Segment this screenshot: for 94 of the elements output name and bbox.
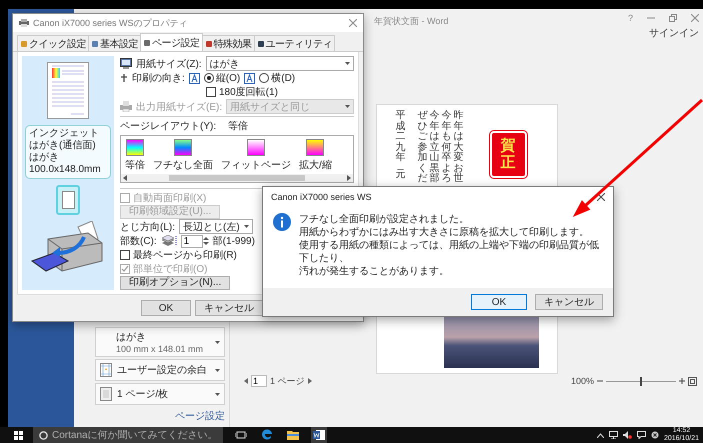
- caret-icon: [215, 392, 220, 396]
- caret-icon: [244, 225, 249, 228]
- square-icon: [256, 40, 264, 48]
- tab[interactable]: 基本設定: [88, 35, 141, 51]
- caret-icon: [215, 340, 220, 344]
- square-icon: [91, 40, 99, 48]
- greeting-text: 今年も何卒よろ: [442, 111, 452, 184]
- word-icon[interactable]: [311, 426, 327, 443]
- restore-icon[interactable]: [669, 14, 677, 22]
- square-icon: [204, 40, 212, 48]
- print-setting-dropdown[interactable]: ユーザー設定の余白: [95, 359, 225, 381]
- message-text: フチなし全面印刷が設定されました。 用紙からわずかにはみ出す大きさに原稿を拡大して印刷します。 使用する用紙の種類によっては、用紙の上端や下端の印刷品質が低下したり、 汚れが発生することがあります。: [299, 213, 600, 278]
- print-setting-dropdown[interactable]: はがき 100 mm x 148.01 mm: [95, 327, 225, 357]
- scroll-left-icon[interactable]: [123, 175, 127, 181]
- caret-icon: [215, 368, 220, 372]
- pin-icon: [120, 74, 128, 82]
- next-page-icon[interactable]: [308, 378, 312, 384]
- page-icon: [100, 387, 112, 401]
- tab[interactable]: ページ設定: [140, 33, 202, 51]
- radio-button[interactable]: 横(D): [259, 71, 296, 85]
- field-label: 用紙サイズ(Z):: [136, 58, 202, 70]
- page-setup-link[interactable]: ページ設定: [175, 409, 225, 423]
- info-icon: [273, 213, 291, 231]
- zoom-level: 100%: [570, 376, 594, 386]
- dialog-button[interactable]: OK: [141, 300, 191, 316]
- paper-size-dropdown[interactable]: はがき: [206, 56, 354, 71]
- search-field[interactable]: Cortanaに何か聞いてみてください。: [33, 427, 223, 443]
- copies-range: 部(1-999): [212, 234, 255, 248]
- layout-option[interactable]: 拡大/縮: [299, 139, 332, 172]
- portrait-icon: [188, 72, 200, 84]
- layout-option[interactable]: フィットページ: [221, 139, 291, 172]
- greeting-text: 昨年は大変お世: [454, 111, 464, 184]
- margins-icon: [100, 363, 112, 377]
- checkbox[interactable]: 180度回転(1): [206, 85, 278, 99]
- dialog-button[interactable]: OK: [471, 294, 527, 310]
- square-icon: [143, 38, 151, 46]
- layout-value: 等倍: [228, 120, 248, 133]
- caret-up-icon[interactable]: [596, 432, 604, 438]
- previous-page-icon[interactable]: [244, 378, 248, 384]
- field-label: 部数(C):: [120, 234, 157, 248]
- dialog-button[interactable]: キャンセル: [195, 300, 263, 316]
- field-label: とじ方向(L):: [120, 220, 175, 234]
- radio-button[interactable]: 縦(O): [204, 71, 240, 85]
- portrait-orientation-icon: [56, 185, 80, 215]
- tab[interactable]: ユーティリティ: [254, 35, 335, 51]
- volume-icon[interactable]: [622, 431, 632, 439]
- horizontal-scrollbar[interactable]: [121, 174, 353, 182]
- print-options-button[interactable]: 印刷オプション(N)...: [120, 276, 230, 290]
- field-label: 印刷の向き:: [132, 72, 185, 85]
- binding-dropdown[interactable]: 長辺とじ(左): [179, 219, 253, 234]
- greeting-text: ぜひご参加くだ: [418, 111, 428, 184]
- network-icon[interactable]: [608, 431, 618, 439]
- zoom-in-icon[interactable]: [679, 378, 685, 384]
- sign-in-link[interactable]: サインイン: [649, 26, 699, 40]
- windows-logo-icon[interactable]: [14, 430, 23, 440]
- copies-field[interactable]: 1: [180, 234, 203, 248]
- caret-icon: [345, 105, 350, 108]
- status-icon[interactable]: [650, 431, 659, 439]
- page-count: 1 ページ: [270, 374, 305, 388]
- dialog-title: Canon iX7000 series WS: [271, 192, 372, 202]
- dialog-title: Canon iX7000 series WSのプロパティ: [33, 16, 188, 30]
- scroll-right-icon[interactable]: [346, 175, 351, 181]
- landscape-icon: [244, 72, 256, 84]
- page-number-field[interactable]: 1: [251, 375, 267, 387]
- circle-icon: [39, 430, 48, 440]
- greeting-text: 今年は立山黒部: [430, 111, 440, 184]
- fit-page-icon[interactable]: [688, 376, 697, 386]
- print-setting-dropdown[interactable]: 1 ページ/枚: [95, 383, 225, 405]
- checkmark-icon: [121, 265, 129, 273]
- paper-info-text: インクジェットはがき(通信面): [29, 128, 100, 152]
- square-icon: [20, 40, 28, 48]
- close-icon[interactable]: [597, 193, 605, 201]
- monitor-icon: [120, 58, 132, 69]
- field-label: ページレイアウト(Y):: [120, 120, 216, 133]
- field-label: 出力用紙サイズ(E):: [136, 100, 222, 114]
- printer-icon: [120, 101, 132, 112]
- window-title: 年賀状文面 - Word: [374, 15, 448, 28]
- printer-icon: [19, 19, 29, 27]
- greeting-text: 平成二九年: [396, 111, 406, 164]
- checkbox[interactable]: 最終ページから印刷(R): [120, 248, 237, 262]
- notification-icon[interactable]: [636, 431, 646, 439]
- paper-stack-icon: [160, 235, 177, 247]
- paper-info-text: はがき 100.0x148.0mm: [29, 152, 102, 176]
- layout-option[interactable]: 等倍: [125, 139, 145, 172]
- tab[interactable]: クイック設定: [17, 35, 89, 51]
- new-year-stamp: 賀正: [490, 131, 526, 178]
- page-thumbnail-drawing: [47, 62, 89, 119]
- layout-option[interactable]: フチなし全面: [153, 139, 213, 172]
- dialog-button[interactable]: キャンセル: [535, 294, 603, 310]
- spinner-arrows-icon[interactable]: [202, 236, 209, 246]
- caret-icon: [345, 62, 350, 65]
- tab[interactable]: 特殊効果: [202, 35, 254, 51]
- zoom-out-icon[interactable]: [597, 378, 603, 384]
- greeting-text: 元: [396, 170, 406, 180]
